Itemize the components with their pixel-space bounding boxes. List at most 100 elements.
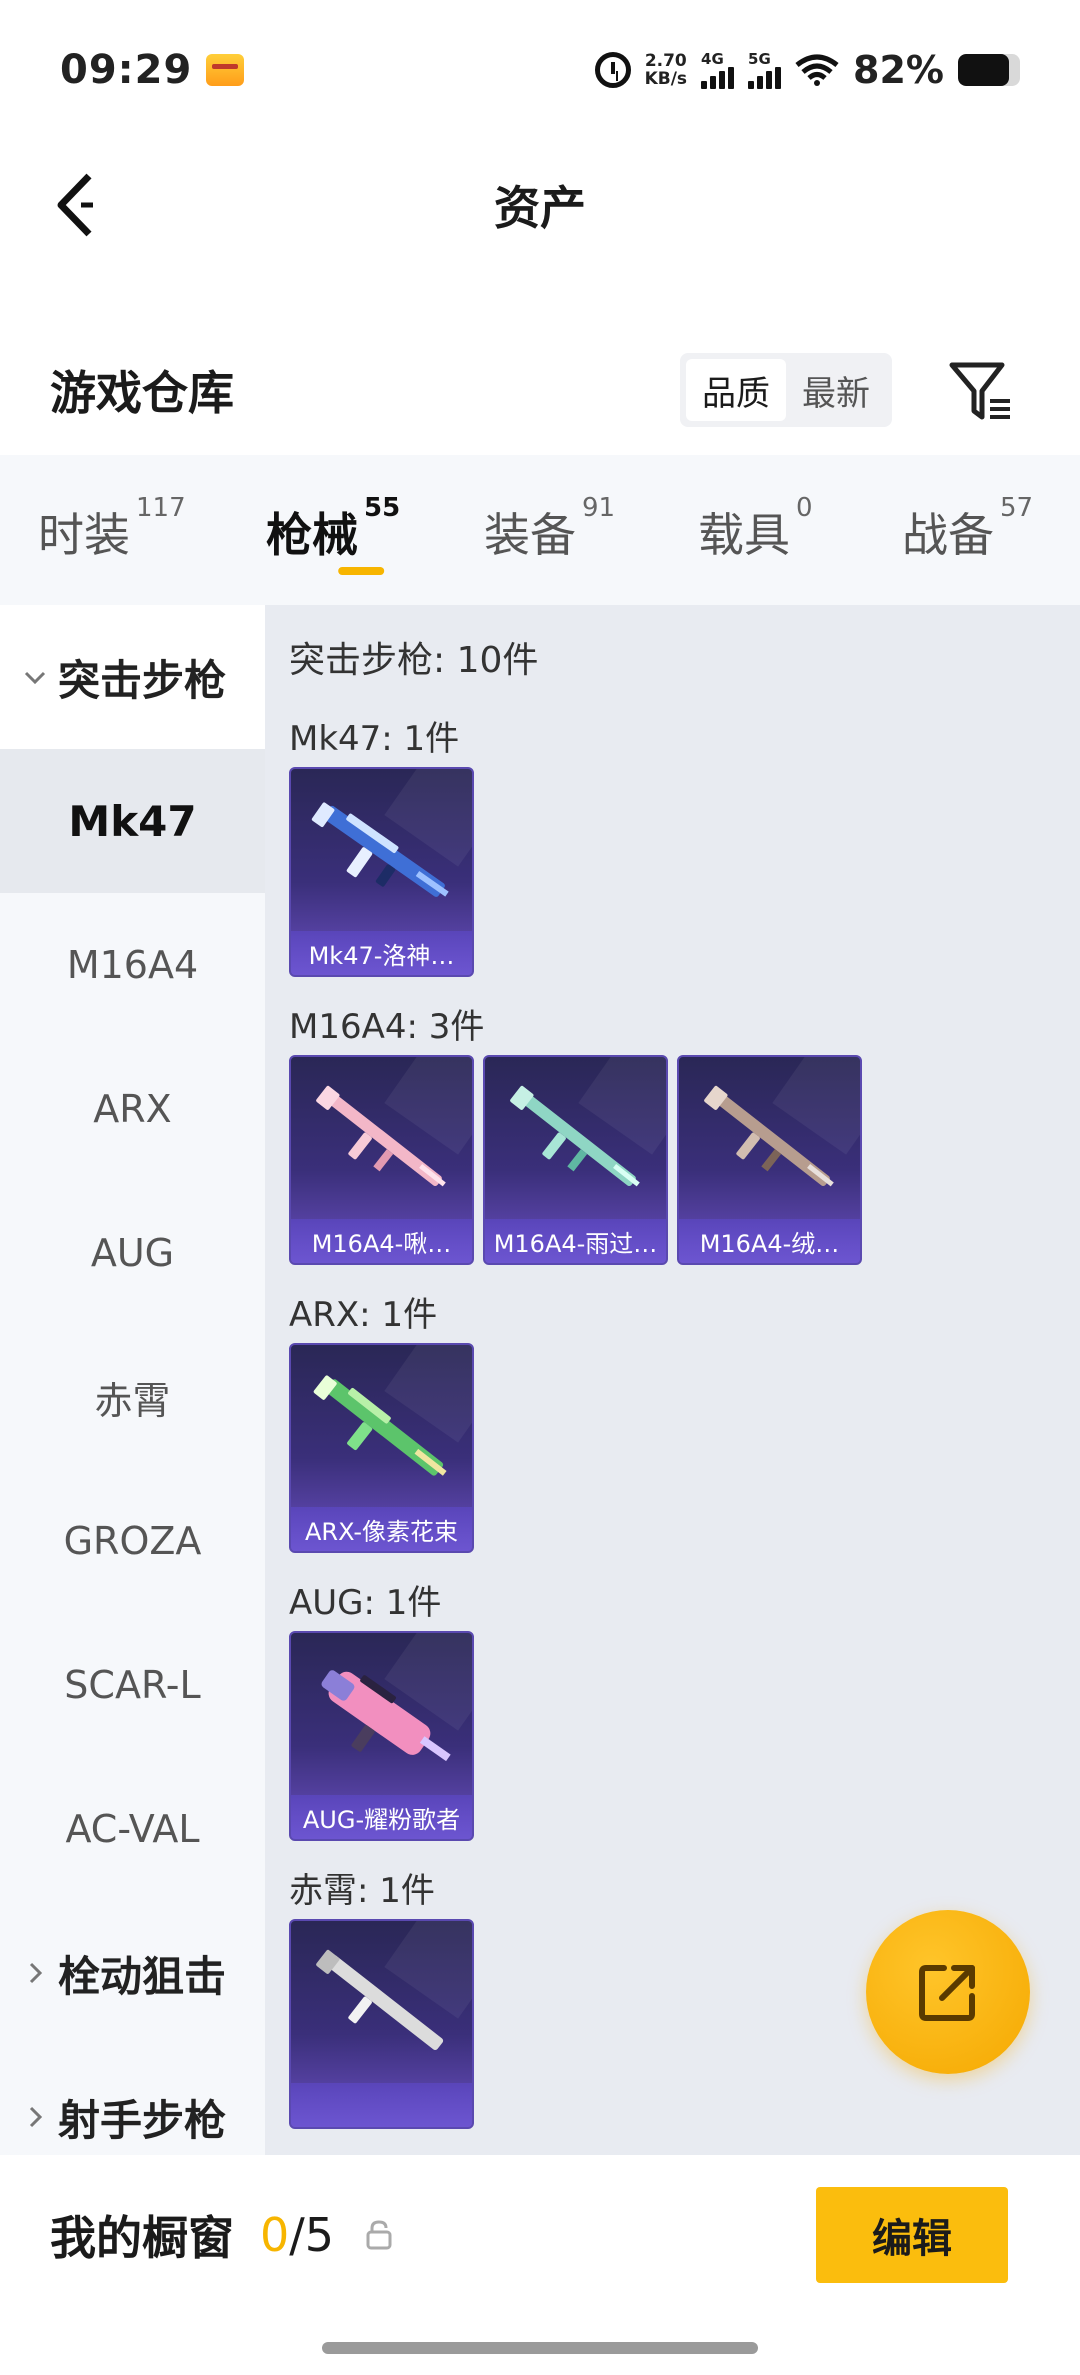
rifle-skin-image — [311, 802, 449, 897]
weapon-skin-card[interactable]: M16A4-绒… — [677, 1055, 862, 1265]
sidebar-item-m16a4[interactable]: M16A4 — [0, 893, 265, 1037]
section-title: 突击步枪: 10件 — [289, 640, 539, 681]
rifle-skin-image — [704, 1085, 834, 1187]
weapon-skin-card[interactable]: M16A4-啾… — [289, 1055, 474, 1265]
lock-icon — [366, 2220, 392, 2250]
card-label: ARX-像素花束 — [291, 1507, 472, 1551]
tab-count: 0 — [796, 493, 813, 523]
category-tabs: 时装 117 枪械 55 装备 91 载具 0 战备 57 — [0, 455, 1080, 605]
sidebar-group-assault-rifle[interactable]: 突击步枪 — [0, 605, 265, 749]
rifle-skin-image — [321, 1670, 451, 1762]
battery-percent: 82% — [853, 48, 944, 92]
showcase-total: /5 — [289, 2208, 335, 2262]
tab-label: 战备 — [902, 508, 994, 562]
sidebar-group-label: 射手步枪 — [58, 2095, 227, 2145]
status-bar: 09:29 2.70 KB/s 4G 5G 82% — [0, 0, 1080, 140]
sidebar-item-ac-val[interactable]: AC-VAL — [0, 1757, 265, 1901]
signal-4g: 4G — [701, 50, 735, 89]
signal-4g-label: 4G — [701, 50, 724, 68]
sort-newest-button[interactable]: 最新 — [786, 359, 886, 421]
signal-5g: 5G — [748, 50, 782, 89]
back-arrow-icon — [57, 173, 93, 237]
signal-bars-icon — [701, 67, 735, 89]
sidebar-group-label: 突击步枪 — [58, 655, 227, 705]
card-label — [291, 2083, 472, 2127]
group-title-arx: ARX: 1件 — [289, 1294, 438, 1335]
sort-quality-button[interactable]: 品质 — [686, 359, 786, 421]
weapon-sidebar: 突击步枪 Mk47 M16A4 ARX AUG 赤霄 GROZA SCAR-L … — [0, 605, 265, 2155]
tab-gear[interactable]: 战备 57 — [902, 455, 1052, 605]
home-indicator[interactable] — [322, 2342, 758, 2354]
edit-button[interactable]: 编辑 — [816, 2187, 1008, 2283]
network-speed-value: 2.70 — [644, 51, 687, 71]
rifle-skin-image — [316, 1949, 444, 2051]
card-row: M16A4-啾… M16A4-雨过… M16A4-绒… — [289, 1055, 1080, 1265]
chevron-right-icon — [29, 1962, 43, 1984]
showcase-current: 0 — [260, 2208, 290, 2262]
share-external-icon — [919, 1965, 975, 2021]
network-speed: 2.70 KB/s — [645, 52, 687, 88]
warehouse-row: 游戏仓库 品质 最新 — [0, 330, 1080, 450]
page-header: 资产 — [0, 140, 1080, 270]
tab-equipment[interactable]: 装备 91 — [484, 455, 698, 605]
tab-active-indicator — [338, 567, 385, 575]
tab-fashion[interactable]: 时装 117 — [38, 455, 266, 605]
card-row: AUG-耀粉歌者 — [289, 1631, 1080, 1841]
card-row: ARX-像素花束 — [289, 1343, 1080, 1553]
alarm-icon — [594, 52, 631, 88]
signal-5g-label: 5G — [748, 50, 771, 68]
filter-button[interactable] — [944, 353, 1018, 427]
rifle-skin-image — [316, 1085, 446, 1187]
warehouse-title: 游戏仓库 — [50, 366, 234, 420]
tab-label: 载具 — [698, 508, 790, 562]
group-title-m16a4: M16A4: 3件 — [289, 1006, 485, 1047]
card-label: M16A4-啾… — [291, 1219, 472, 1263]
chevron-right-icon — [29, 2106, 43, 2128]
tab-count: 55 — [364, 493, 401, 523]
sidebar-group-bolt-sniper[interactable]: 栓动狙击 — [0, 1901, 265, 2045]
weapon-skin-card[interactable]: ARX-像素花束 — [289, 1343, 474, 1553]
weapon-skin-card[interactable]: M16A4-雨过… — [483, 1055, 668, 1265]
tab-label: 时装 — [38, 508, 130, 562]
card-row: Mk47-洛神… — [289, 767, 1080, 977]
rifle-skin-image — [510, 1085, 640, 1187]
sidebar-item-aug[interactable]: AUG — [0, 1181, 265, 1325]
battery-icon — [958, 54, 1020, 86]
tab-guns[interactable]: 枪械 55 — [266, 455, 484, 605]
page-title: 资产 — [494, 181, 586, 235]
showcase-title: 我的橱窗 — [50, 2211, 234, 2265]
signal-bars-icon — [748, 67, 782, 89]
tab-count: 117 — [136, 493, 186, 523]
sidebar-group-label: 栓动狙击 — [58, 1951, 227, 2001]
tab-label: 枪械 — [266, 508, 358, 562]
card-label: Mk47-洛神… — [291, 931, 472, 975]
network-speed-unit: KB/s — [644, 69, 688, 89]
weapon-skin-card[interactable]: Mk47-洛神… — [289, 767, 474, 977]
group-title-mk47: Mk47: 1件 — [289, 718, 460, 759]
weapon-skin-card[interactable] — [289, 1919, 474, 2129]
tab-label: 装备 — [484, 508, 576, 562]
card-label: M16A4-雨过… — [485, 1219, 666, 1263]
sidebar-item-chixiao[interactable]: 赤霄 — [0, 1325, 265, 1469]
filter-icon — [949, 362, 1010, 420]
sidebar-item-groza[interactable]: GROZA — [0, 1469, 265, 1613]
app-notification-icon — [206, 54, 245, 86]
sidebar-item-scar-l[interactable]: SCAR-L — [0, 1613, 265, 1757]
sort-toggle: 品质 最新 — [680, 353, 892, 427]
group-title-chixiao: 赤霄: 1件 — [289, 1870, 435, 1911]
weapon-skin-card[interactable]: AUG-耀粉歌者 — [289, 1631, 474, 1841]
card-label: AUG-耀粉歌者 — [291, 1795, 472, 1839]
showcase-count: 0/5 — [260, 2208, 334, 2262]
tab-count: 57 — [1000, 493, 1034, 523]
status-time: 09:29 — [60, 47, 193, 93]
group-title-aug: AUG: 1件 — [289, 1582, 442, 1623]
rifle-skin-image — [313, 1375, 447, 1476]
chevron-down-icon — [24, 671, 46, 685]
share-button[interactable] — [866, 1910, 1030, 2074]
back-button[interactable] — [40, 170, 110, 240]
sidebar-item-arx[interactable]: ARX — [0, 1037, 265, 1181]
showcase-bar: 我的橱窗 0/5 编辑 — [0, 2155, 1080, 2315]
tab-vehicles[interactable]: 载具 0 — [698, 455, 902, 605]
wifi-icon — [795, 54, 839, 86]
sidebar-item-mk47[interactable]: Mk47 — [0, 749, 265, 893]
